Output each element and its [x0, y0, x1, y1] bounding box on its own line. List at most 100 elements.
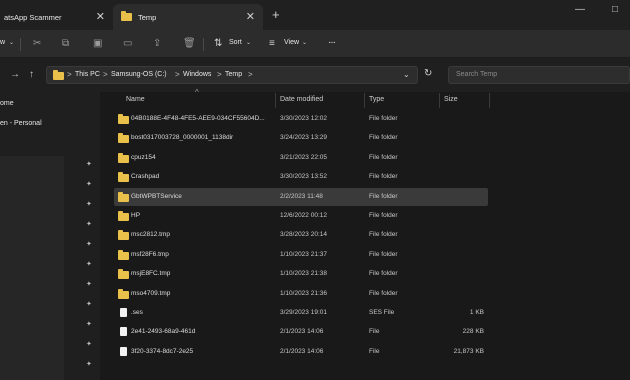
pin-icon[interactable]: ✦	[86, 320, 92, 328]
pin-icon[interactable]: ✦	[86, 200, 92, 208]
folder-icon	[118, 114, 129, 124]
file-date-modified: 12/6/2022 00:12	[280, 212, 327, 219]
view-button[interactable]: View	[284, 39, 299, 46]
tab-whatsapp-scammer[interactable]: atsApp Scammer ✕	[0, 4, 113, 30]
sidebar: ome en - Personal ✦ ✦ ✦ ✦ ✦ ✦ ✦ ✦ ✦ ✦ ✦	[0, 92, 100, 380]
file-row[interactable]: .ses 3/29/2023 19:01 SES File 1 KB	[114, 304, 488, 322]
file-date-modified: 1/10/2023 21:36	[280, 289, 327, 297]
pin-icon[interactable]: ✦	[86, 280, 92, 288]
breadcrumb-this-pc[interactable]: This PC	[75, 71, 100, 78]
tab-label: atsApp Scammer	[4, 12, 62, 22]
sidebar-blurred-area	[0, 156, 64, 380]
column-header-size[interactable]: Size	[444, 96, 458, 103]
file-type: File folder	[369, 212, 398, 219]
sidebar-item-onedrive-personal[interactable]: en - Personal	[0, 120, 42, 127]
breadcrumb-temp[interactable]: Temp	[225, 71, 242, 78]
chevron-down-icon[interactable]: ⌄	[403, 70, 410, 79]
file-date-modified: 3/30/2023 12:02	[280, 115, 327, 122]
new-tab-button[interactable]: +	[272, 7, 280, 22]
delete-icon[interactable]: 🗑	[183, 38, 196, 49]
column-header-name[interactable]: Name	[126, 96, 145, 103]
tab-label: Temp	[138, 12, 157, 22]
pin-icon[interactable]: ✦	[86, 160, 92, 168]
pin-icon[interactable]: ✦	[86, 220, 92, 228]
column-header-date-modified[interactable]: Date modified	[280, 96, 323, 103]
file-name: 3f20-3374-8dc7-2e25	[131, 347, 194, 355]
file-name: msc2812.tmp	[131, 231, 171, 239]
pin-icon[interactable]: ✦	[86, 300, 92, 308]
sort-button[interactable]: Sort	[229, 39, 242, 46]
file-row[interactable]: cpuz154 3/21/2023 22:05 File folder	[114, 149, 488, 167]
folder-icon	[118, 191, 129, 202]
file-row[interactable]: msc2812.tmp 3/28/2023 20:14 File folder	[114, 226, 488, 244]
chevron-down-icon[interactable]: ⌄	[302, 39, 307, 46]
pin-icon[interactable]: ✦	[86, 340, 92, 348]
breadcrumb-separator: >	[103, 70, 108, 79]
file-row[interactable]: msf28F6.tmp 1/10/2023 21:37 File folder	[114, 246, 488, 264]
column-divider[interactable]	[439, 93, 440, 108]
folder-icon	[118, 152, 129, 163]
divider	[20, 38, 21, 51]
search-placeholder: Search Temp	[456, 71, 498, 78]
pin-icon[interactable]: ✦	[86, 360, 92, 368]
address-bar[interactable]: > This PC > Samsung-OS (C:) > Windows > …	[46, 66, 418, 84]
file-type: File folder	[369, 134, 398, 142]
more-options-button[interactable]: ···	[328, 37, 336, 48]
minimize-icon[interactable]: —	[575, 4, 585, 15]
up-arrow-icon[interactable]: ↑	[29, 69, 34, 80]
tab-strip: atsApp Scammer ✕ Temp ✕ + — □	[0, 0, 630, 30]
cut-icon[interactable]: ✂	[33, 38, 41, 49]
rename-icon[interactable]: ▭	[123, 38, 132, 49]
search-input[interactable]: Search Temp	[448, 66, 630, 84]
file-type: File folder	[369, 270, 398, 278]
column-divider[interactable]	[275, 93, 276, 108]
tab-temp[interactable]: Temp ✕	[113, 4, 263, 30]
column-divider[interactable]	[489, 93, 490, 108]
file-date-modified: 3/24/2023 13:29	[280, 134, 327, 142]
sidebar-item-home[interactable]: ome	[0, 100, 14, 107]
copy-icon[interactable]: ⧉	[62, 38, 69, 49]
sort-icon[interactable]: ⇅	[214, 38, 222, 49]
share-icon[interactable]: ⇪	[153, 38, 161, 49]
file-icon	[120, 327, 127, 337]
file-type: File folder	[369, 173, 398, 181]
file-name: mso4709.tmp	[131, 289, 171, 297]
chevron-down-icon[interactable]: ⌄	[246, 39, 251, 46]
file-row[interactable]: GbtWPBTService 2/2/2023 11:48 File folder	[114, 187, 488, 206]
close-icon[interactable]: ✕	[246, 10, 255, 23]
maximize-icon[interactable]: □	[612, 4, 618, 15]
file-name: 04B0188E-4F48-4FE5-AEE9-034CF55604D...	[131, 115, 265, 122]
file-name: msjE8FC.tmp	[131, 270, 171, 278]
close-icon[interactable]: ✕	[96, 10, 105, 23]
view-icon[interactable]: ≡	[269, 38, 275, 49]
file-icon	[120, 346, 127, 356]
breadcrumb-windows[interactable]: Windows	[183, 71, 211, 78]
file-row[interactable]: msjE8FC.tmp 1/10/2023 21:38 File folder	[114, 265, 488, 283]
file-type: SES File	[369, 309, 395, 316]
file-date-modified: 3/30/2023 13:52	[280, 173, 327, 181]
file-type: File folder	[369, 153, 398, 161]
pin-icon[interactable]: ✦	[86, 260, 92, 268]
breadcrumb-drive[interactable]: Samsung-OS (C:)	[111, 71, 167, 78]
file-row[interactable]: 04B0188E-4F48-4FE5-AEE9-034CF55604D... 3/…	[114, 110, 488, 128]
pin-icon[interactable]: ✦	[86, 240, 92, 248]
file-row[interactable]: HP 12/6/2022 00:12 File folder	[114, 207, 488, 225]
column-divider[interactable]	[364, 93, 365, 108]
refresh-icon[interactable]: ↻	[424, 68, 432, 79]
file-row[interactable]: 2e41-2493-68a9-461d 2/1/2023 14:06 File 228…	[114, 323, 488, 341]
forward-arrow-icon[interactable]: →	[10, 69, 20, 80]
column-header-type[interactable]: Type	[369, 96, 384, 103]
pin-icon[interactable]: ✦	[86, 180, 92, 188]
file-row[interactable]: bost0317003728_0000001_1138dir 3/24/2023 …	[114, 129, 488, 147]
chevron-down-icon[interactable]: ⌄	[9, 39, 14, 46]
file-row[interactable]: 3f20-3374-8dc7-2e25 2/1/2023 14:06 File 21,…	[114, 343, 488, 361]
new-button-label[interactable]: w	[0, 39, 5, 46]
file-date-modified: 3/21/2023 22:05	[280, 153, 327, 161]
paste-icon[interactable]: ▣	[93, 38, 102, 49]
file-row[interactable]: mso4709.tmp 1/10/2023 21:36 File folder	[114, 285, 488, 303]
file-row[interactable]: Crashpad 3/30/2023 13:52 File folder	[114, 168, 488, 186]
file-name: Crashpad	[131, 173, 160, 181]
file-name: msf28F6.tmp	[131, 250, 169, 258]
file-size: 228 KB	[462, 328, 484, 336]
file-name: 2e41-2493-68a9-461d	[131, 328, 196, 336]
